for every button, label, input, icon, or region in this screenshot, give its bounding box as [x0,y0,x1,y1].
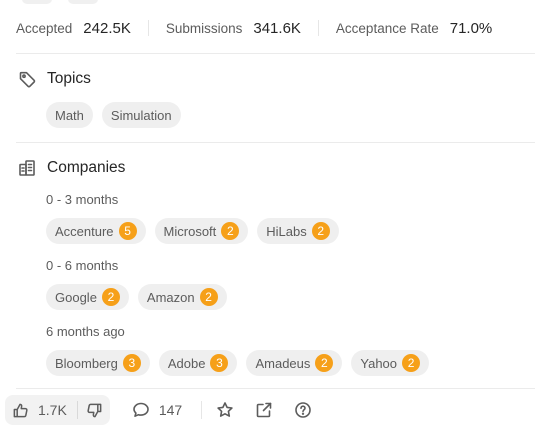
count-badge: 5 [118,222,137,240]
company-tag[interactable]: Microsoft 2 [154,218,249,244]
company-tags: Google 2 Amazon 2 [46,284,227,310]
divider [317,20,319,36]
stat-label: Accepted [16,20,73,36]
company-name: Microsoft [163,223,217,239]
stat-value: 71.0% [449,19,493,37]
topic-tag[interactable]: Simulation [101,102,181,128]
count-badge: 2 [221,222,240,240]
company-name: Google [55,289,97,305]
building-icon [19,160,35,176]
count-badge: 2 [315,354,334,372]
company-tag[interactable]: Google 2 [46,284,129,310]
stat-accepted: Accepted 242.5K [16,20,131,37]
divider [76,401,78,419]
stat-label: Acceptance Rate [335,20,439,36]
thumbs-up-icon [13,403,28,417]
company-name: Adobe [167,355,206,371]
dislike-button[interactable] [86,402,103,419]
footer-actions: 1.7K 147 [0,395,535,425]
divider [16,53,535,54]
partial-button[interactable] [22,0,52,4]
share-button[interactable] [255,401,273,419]
help-icon [295,402,311,418]
count-badge: 2 [311,222,330,240]
like-count: 1.7K [38,402,67,418]
count-badge: 3 [122,354,141,372]
period-label: 0 - 3 months [46,192,119,207]
company-tag[interactable]: Adobe 3 [158,350,238,376]
company-tag[interactable]: Amadeus 2 [246,350,343,376]
company-tags: Accenture 5 Microsoft 2 HiLabs 2 [46,218,339,244]
topic-tag[interactable]: Math [46,102,93,128]
like-button[interactable]: 1.7K [12,402,67,419]
count-badge: 2 [402,354,421,372]
company-tag[interactable]: Accenture 5 [46,218,146,244]
companies-header[interactable]: Companies [18,159,125,177]
divider [201,401,203,419]
divider [147,20,149,36]
help-button[interactable] [294,401,312,419]
stat-submissions: Submissions 341.6K [166,20,301,37]
period-label: 6 months ago [46,324,125,339]
company-tag[interactable]: HiLabs 2 [257,218,339,244]
star-icon [217,402,233,417]
stat-label: Submissions [165,20,243,36]
company-tags: Bloomberg 3 Adobe 3 Amadeus 2 Yahoo 2 [46,350,430,376]
vote-group: 1.7K [5,395,110,425]
section-title: Companies [47,159,126,176]
tag-icon [19,71,36,88]
comment-count: 147 [158,402,183,418]
divider [16,388,535,389]
company-tag[interactable]: Amazon 2 [137,284,227,310]
topics-header[interactable]: Topics [18,70,91,88]
company-name: Accenture [55,223,114,239]
company-name: Yahoo [360,355,398,371]
share-icon [256,402,272,418]
company-tag[interactable]: Yahoo 2 [351,350,430,376]
company-name: Amazon [146,289,195,305]
top-partial-controls [22,0,98,4]
partial-button[interactable] [68,0,98,4]
period-label: 0 - 6 months [46,258,119,273]
stat-value: 242.5K [83,19,131,37]
count-badge: 2 [101,288,120,306]
company-name: HiLabs [266,223,307,239]
company-name: Bloomberg [55,355,118,371]
topic-tags: Math Simulation [46,102,181,128]
stats-row: Accepted 242.5K Submissions 341.6K Accep… [16,17,535,39]
thumbs-down-icon [87,403,102,417]
comments-button[interactable]: 147 [132,401,182,419]
count-badge: 3 [210,354,229,372]
count-badge: 2 [199,288,218,306]
stat-value: 341.6K [253,19,301,37]
company-tag[interactable]: Bloomberg 3 [46,350,150,376]
stat-acceptance-rate: Acceptance Rate 71.0% [336,20,492,37]
section-title: Topics [47,70,91,87]
company-name: Amadeus [255,355,311,371]
comment-icon [133,402,149,417]
favorite-button[interactable] [216,401,234,419]
divider [16,142,535,143]
